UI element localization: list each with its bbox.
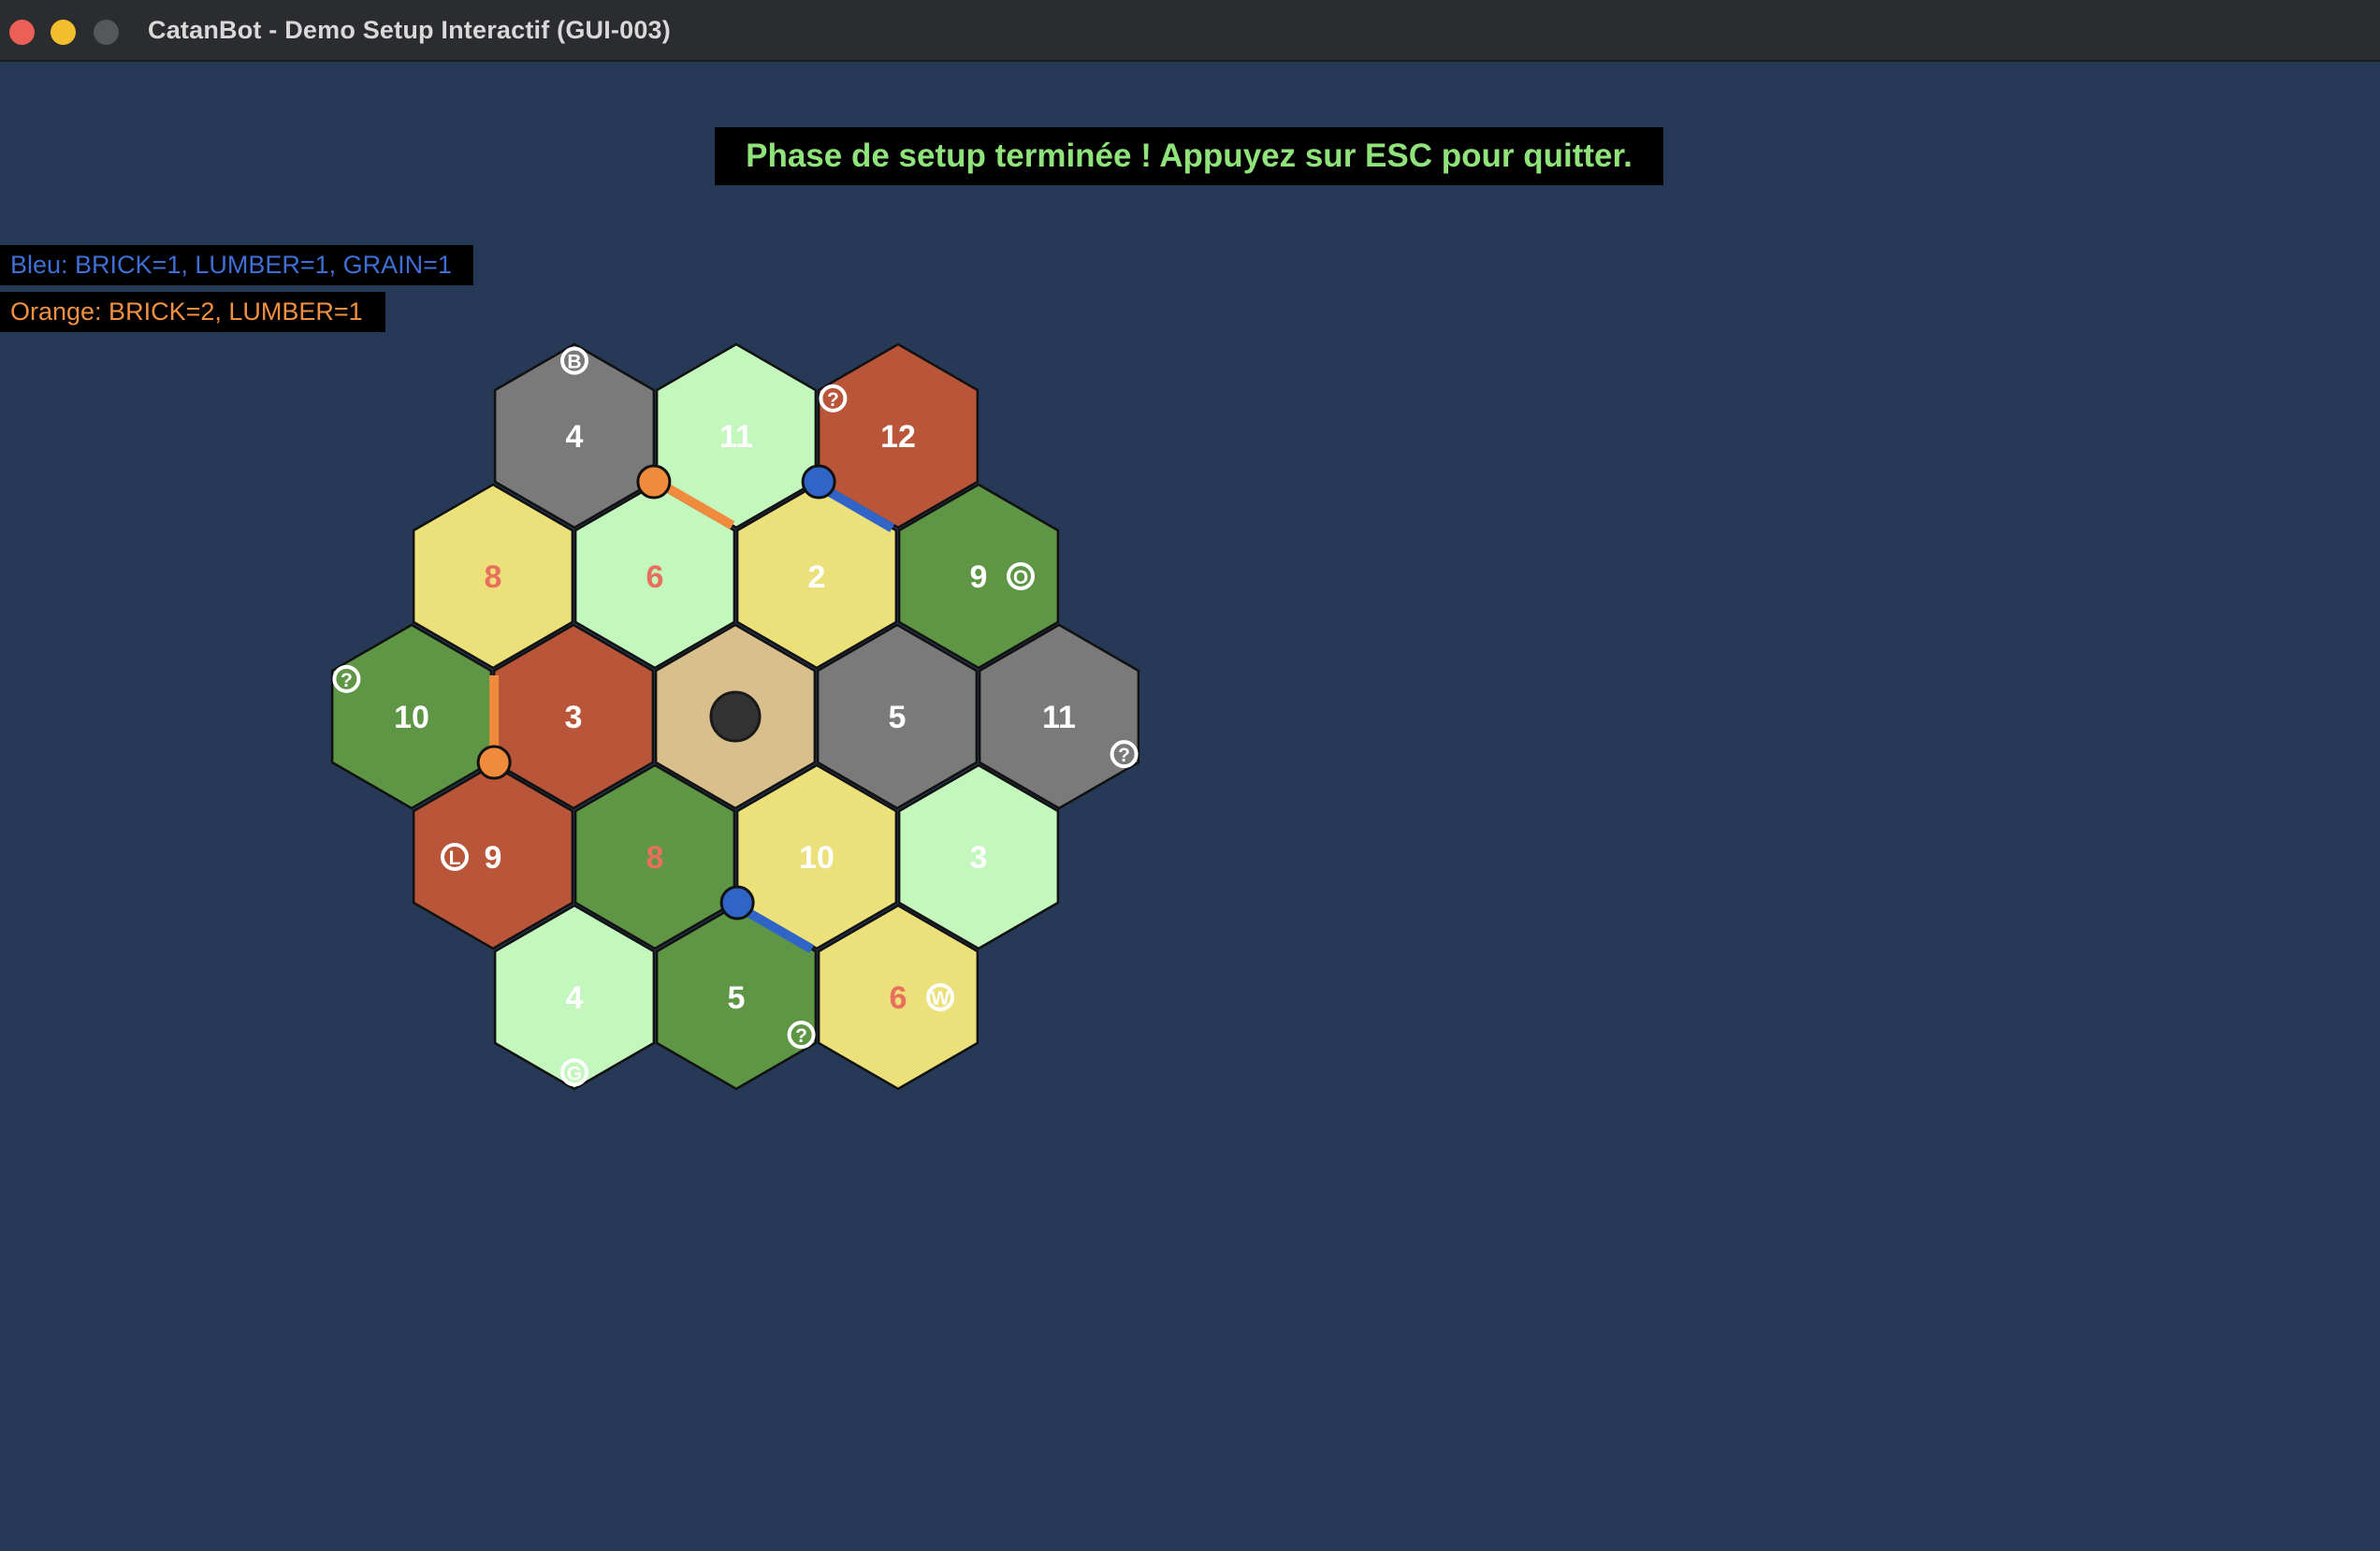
port-glyph: ?: [341, 670, 353, 691]
number-token: 6: [890, 980, 907, 1016]
number-token: 5: [728, 980, 746, 1016]
number-token: 8: [485, 559, 502, 595]
number-token: 4: [566, 419, 584, 455]
number-token: 4: [566, 980, 584, 1016]
number-token: 10: [799, 840, 834, 876]
port-glyph: ?: [1118, 745, 1130, 766]
number-token: 3: [970, 840, 988, 876]
blue-settlement: [719, 885, 755, 920]
number-token: 9: [485, 840, 502, 876]
number-token: 11: [1042, 700, 1076, 735]
number-token: 6: [646, 559, 664, 595]
blue-settlement: [801, 464, 836, 500]
port-marker-icon: W: [926, 983, 954, 1011]
port-glyph: O: [1013, 567, 1028, 588]
number-token: 9: [970, 559, 988, 595]
number-token: 10: [394, 700, 429, 735]
port-glyph: ?: [827, 389, 839, 411]
catan-board: 4 11 12 8 6 2 9 10 3 5 11 9 8 10 3 4 5 6 B? O?? L W G?: [330, 342, 1140, 1091]
robber-icon: [709, 690, 762, 743]
port-glyph: W: [931, 988, 950, 1009]
number-token: 3: [565, 700, 583, 735]
port-glyph: G: [567, 1063, 582, 1084]
number-token: 12: [880, 419, 916, 455]
number-token: 5: [889, 700, 907, 735]
port-glyph: ?: [795, 1025, 807, 1047]
number-token: 11: [719, 419, 753, 455]
number-token: 2: [808, 559, 826, 595]
orange-settlement: [636, 464, 672, 500]
orange-settlement: [476, 745, 512, 780]
number-token: 8: [646, 840, 664, 876]
port-glyph: B: [567, 352, 581, 373]
port-glyph: L: [449, 848, 461, 869]
